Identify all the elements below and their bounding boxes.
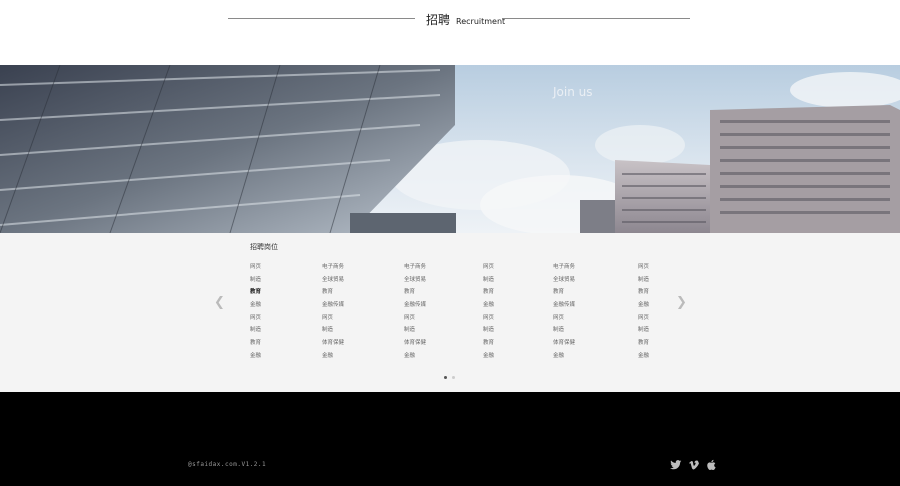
chevron-right-icon: ❯ bbox=[676, 295, 687, 310]
job-item[interactable]: 制造 bbox=[638, 274, 649, 287]
page-header: 招聘 Recruitment bbox=[0, 0, 900, 65]
job-item[interactable]: 金融传媒 bbox=[404, 299, 426, 312]
vimeo-icon[interactable] bbox=[688, 456, 700, 470]
job-item[interactable]: 教育 bbox=[250, 286, 261, 299]
job-column: 网页 制造 教育 金融 网页 制造 教育 金融 bbox=[250, 261, 261, 363]
job-item[interactable]: 金融传媒 bbox=[322, 299, 344, 312]
job-item[interactable]: 金融 bbox=[250, 299, 261, 312]
job-item[interactable]: 制造 bbox=[322, 324, 344, 337]
job-item[interactable]: 金融 bbox=[250, 350, 261, 363]
job-item[interactable]: 体育保健 bbox=[404, 337, 426, 350]
job-column: 电子商务 全球贸易 教育 金融传媒 网页 制造 体育保健 金融 bbox=[404, 261, 426, 363]
banner-image bbox=[0, 65, 900, 233]
copyright-text: @sfaidax.com.V1.2.1 bbox=[188, 461, 267, 468]
heading-title-en: Recruitment bbox=[456, 17, 506, 26]
job-item[interactable]: 网页 bbox=[250, 261, 261, 274]
job-item[interactable]: 网页 bbox=[553, 312, 575, 325]
job-item[interactable]: 网页 bbox=[483, 261, 494, 274]
job-column: 网页 制造 教育 金融 网页 制造 教育 金融 bbox=[483, 261, 494, 363]
pagination-dot[interactable] bbox=[444, 376, 447, 379]
job-item[interactable]: 网页 bbox=[404, 312, 426, 325]
job-item[interactable]: 体育保健 bbox=[322, 337, 344, 350]
job-item[interactable]: 制造 bbox=[483, 274, 494, 287]
job-item[interactable]: 金融 bbox=[404, 350, 426, 363]
job-item[interactable]: 制造 bbox=[483, 324, 494, 337]
header-divider-right bbox=[502, 18, 690, 19]
apple-icon[interactable] bbox=[706, 456, 718, 471]
job-item[interactable]: 教育 bbox=[638, 286, 649, 299]
job-item[interactable]: 教育 bbox=[553, 286, 575, 299]
job-item[interactable]: 网页 bbox=[638, 312, 649, 325]
job-item[interactable]: 金融 bbox=[553, 350, 575, 363]
job-positions-title: 招聘岗位 bbox=[250, 243, 278, 251]
job-item[interactable]: 教育 bbox=[250, 337, 261, 350]
job-column: 电子商务 全球贸易 教育 金融传媒 网页 制造 体育保健 金融 bbox=[322, 261, 344, 363]
chevron-left-icon: ❮ bbox=[214, 295, 225, 310]
job-item[interactable]: 电子商务 bbox=[404, 261, 426, 274]
job-item[interactable]: 教育 bbox=[483, 337, 494, 350]
job-item[interactable]: 金融 bbox=[483, 350, 494, 363]
job-item[interactable]: 制造 bbox=[553, 324, 575, 337]
twitter-icon[interactable] bbox=[670, 456, 682, 470]
job-item[interactable]: 电子商务 bbox=[322, 261, 344, 274]
job-column: 电子商务 全球贸易 教育 金融传媒 网页 制造 体育保健 金融 bbox=[553, 261, 575, 363]
job-item[interactable]: 网页 bbox=[322, 312, 344, 325]
social-links bbox=[670, 456, 718, 471]
banner-caption: Join us bbox=[553, 85, 593, 99]
job-item[interactable]: 教育 bbox=[483, 286, 494, 299]
job-item[interactable]: 全球贸易 bbox=[553, 274, 575, 287]
job-item[interactable]: 电子商务 bbox=[553, 261, 575, 274]
job-column: 网页 制造 教育 金融 网页 制造 教育 金融 bbox=[638, 261, 649, 363]
job-item[interactable]: 体育保健 bbox=[553, 337, 575, 350]
job-item[interactable]: 金融 bbox=[322, 350, 344, 363]
carousel-pagination bbox=[444, 376, 455, 379]
job-item[interactable]: 全球贸易 bbox=[404, 274, 426, 287]
job-item[interactable]: 金融 bbox=[638, 350, 649, 363]
job-item[interactable]: 制造 bbox=[250, 274, 261, 287]
heading-title-cn: 招聘 bbox=[426, 13, 451, 27]
job-item[interactable]: 教育 bbox=[322, 286, 344, 299]
job-item[interactable]: 制造 bbox=[250, 324, 261, 337]
carousel-prev-button[interactable]: ❮ bbox=[214, 295, 225, 310]
section-heading: 招聘 Recruitment bbox=[426, 11, 505, 28]
job-item[interactable]: 制造 bbox=[638, 324, 649, 337]
job-item[interactable]: 金融传媒 bbox=[553, 299, 575, 312]
job-item[interactable]: 金融 bbox=[483, 299, 494, 312]
job-item[interactable]: 网页 bbox=[638, 261, 649, 274]
job-item[interactable]: 金融 bbox=[638, 299, 649, 312]
job-item[interactable]: 制造 bbox=[404, 324, 426, 337]
job-item[interactable]: 教育 bbox=[638, 337, 649, 350]
recruitment-banner: Join us bbox=[0, 65, 900, 233]
pagination-dot[interactable] bbox=[452, 376, 455, 379]
job-item[interactable]: 网页 bbox=[250, 312, 261, 325]
carousel-next-button[interactable]: ❯ bbox=[676, 295, 687, 310]
job-positions-section: 招聘岗位 ❮ ❯ 网页 制造 教育 金融 网页 制造 教育 金融 电子商务 全球… bbox=[0, 233, 900, 392]
job-item[interactable]: 网页 bbox=[483, 312, 494, 325]
job-item[interactable]: 教育 bbox=[404, 286, 426, 299]
page-footer: @sfaidax.com.V1.2.1 bbox=[0, 392, 900, 486]
header-divider-left bbox=[228, 18, 415, 19]
job-item[interactable]: 全球贸易 bbox=[322, 274, 344, 287]
